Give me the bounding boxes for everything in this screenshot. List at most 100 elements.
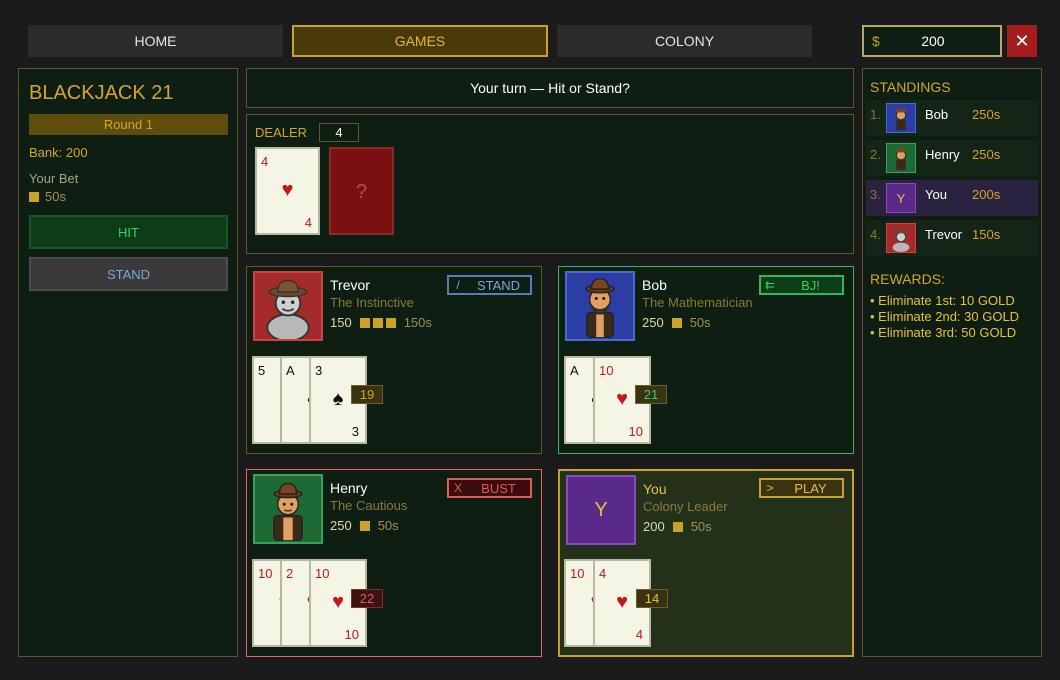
henry-bet-chips [359, 520, 370, 531]
card-rank: 4 [599, 566, 607, 581]
card-rank-bottom: 4 [635, 627, 643, 642]
standing-score: 150s [972, 227, 1001, 242]
card-rank: 2 [286, 566, 294, 581]
trevor-bet-chips [359, 317, 396, 328]
reward-item: • Eliminate 2nd: 30 GOLD [870, 309, 1020, 324]
seat-trevor: Trevor The Instinctive 150 150s / STAND … [246, 266, 542, 454]
bob-bet: 50s [689, 315, 711, 330]
card-rank: 5 [258, 363, 266, 378]
henry-mini-avatar [886, 143, 916, 173]
card-rank: A [286, 363, 295, 378]
you-hand-total: 14 [636, 589, 668, 608]
standings-panel: STANDINGS 1. Bob 250s 2. Henry 250s 3. Y… [862, 68, 1042, 657]
dealer-area: DEALER 4 4 ♥ 4 ? [246, 114, 854, 254]
game-title: BLACKJACK 21 [29, 82, 174, 104]
you-avatar: Y [566, 475, 636, 545]
trevor-coins: 150 [330, 315, 352, 330]
you-mini-avatar: Y [886, 183, 916, 213]
standing-row: 2. Henry 250s [866, 140, 1038, 176]
dealer-card: 4 ♥ 4 [255, 147, 320, 235]
trevor-name: Trevor [330, 277, 370, 293]
standing-row: 3. Y You 200s [866, 180, 1038, 216]
standing-name: Trevor [925, 227, 963, 242]
nav-colony-button[interactable]: COLONY [557, 25, 812, 57]
nav-home-button[interactable]: HOME [28, 25, 283, 57]
standing-row: 4. Trevor 150s [866, 220, 1038, 256]
play-icon: > [766, 481, 774, 495]
card-rank-bottom: 3 [351, 424, 359, 439]
seat-you: Y You Colony Leader 200 50s > PLAY 10 ♥ … [558, 469, 854, 657]
henry-hand-total: 22 [351, 589, 383, 608]
card-rank-bottom: 10 [344, 627, 359, 642]
card-rank: 3 [315, 363, 323, 378]
bet-label: Your Bet [29, 171, 79, 186]
you-bet: 50s [690, 519, 712, 534]
money-value: 200 [921, 33, 945, 49]
dealer-hidden-card: ? [329, 147, 394, 235]
stand-button[interactable]: STAND [29, 257, 228, 291]
bob-stats: 250 50s [642, 315, 711, 330]
seat-bob: Bob The Mathematician 250 50s ⇇ BJ! A ♠ … [558, 266, 854, 454]
cowboy-avatar-icon [892, 230, 910, 252]
you-bet-chips [672, 521, 683, 532]
bob-status: BJ! [801, 277, 820, 293]
close-button[interactable]: ✕ [1007, 25, 1037, 57]
dealer-label: DEALER [255, 125, 308, 140]
standing-rank: 3. [870, 187, 881, 202]
card-rank: 10 [570, 566, 585, 581]
card-rank: A [570, 363, 579, 378]
standing-rank: 1. [870, 107, 881, 122]
card-rank: 4 [261, 154, 269, 169]
henry-coins: 250 [330, 518, 352, 533]
bearded-avatar-icon [585, 277, 615, 338]
you-stats: 200 50s [643, 519, 712, 534]
you-name: You [643, 481, 667, 497]
card-rank: 10 [258, 566, 273, 581]
chip-icon [385, 317, 396, 328]
stand-icon: / [456, 278, 460, 292]
currency-symbol: $ [872, 33, 880, 49]
money-display: $ 200 [862, 25, 1002, 57]
hatted-avatar-icon [895, 148, 907, 171]
trevor-bet: 150s [403, 315, 432, 330]
card-rank: 10 [599, 363, 614, 378]
standings-title: STANDINGS [870, 79, 951, 95]
chip-icon [359, 317, 370, 328]
bob-hand-total: 21 [635, 385, 667, 404]
you-status-badge: > PLAY [759, 478, 844, 498]
chip-icon [29, 191, 39, 202]
heart-icon: ♥ [281, 179, 294, 201]
bob-status-badge: ⇇ BJ! [759, 275, 844, 295]
bet-amount: 50s [45, 189, 66, 204]
standing-rank: 4. [870, 227, 881, 242]
trevor-status-badge: / STAND [447, 275, 532, 295]
henry-status: BUST [481, 480, 516, 496]
you-title: Colony Leader [643, 499, 728, 514]
trevor-portrait [253, 271, 323, 342]
bob-name: Bob [642, 277, 667, 293]
bank-label: Bank: 200 [29, 145, 88, 160]
nav-games-button[interactable]: GAMES [292, 25, 548, 57]
chip-icon [372, 317, 383, 328]
bob-coins: 250 [642, 315, 664, 330]
round-badge: Round 1 [29, 114, 228, 135]
bob-title: The Mathematician [642, 295, 753, 310]
trevor-title: The Instinctive [330, 295, 414, 310]
hidden-card-mark: ? [355, 181, 368, 203]
trevor-status: STAND [476, 277, 521, 293]
chip-icon [672, 521, 683, 532]
standing-rank: 2. [870, 147, 881, 162]
standing-name: Bob [925, 107, 949, 122]
rewards-title: REWARDS: [870, 271, 945, 287]
trevor-hand-total: 19 [351, 385, 383, 404]
bust-icon: X [453, 481, 462, 495]
you-status: PLAY [794, 480, 827, 496]
henry-title: The Cautious [330, 498, 408, 513]
card-rank: 10 [315, 566, 330, 581]
hatted-avatar-icon [273, 482, 303, 541]
hit-button[interactable]: HIT [29, 215, 228, 249]
chip-icon [359, 520, 370, 531]
standing-score: 250s [972, 147, 1001, 162]
chip-icon [671, 317, 682, 328]
you-coins: 200 [643, 519, 665, 534]
